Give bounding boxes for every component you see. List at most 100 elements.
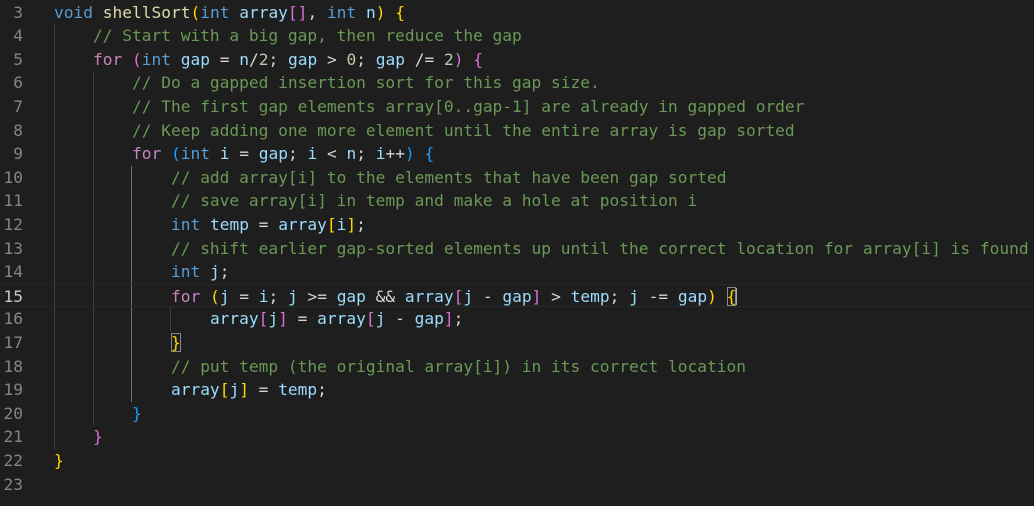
code-line[interactable]: 12 int temp = array[i]; — [0, 213, 1034, 237]
code-token: for — [131, 144, 162, 164]
code-line[interactable]: 5 for (int gap = n/2; gap > 0; gap /= 2)… — [0, 48, 1034, 72]
code-line[interactable]: 22} — [0, 449, 1034, 473]
code-line[interactable]: 16 array[j] = array[j - gap]; — [0, 307, 1034, 331]
line-code[interactable]: int temp = array[i]; — [54, 213, 366, 237]
line-code[interactable]: array[j] = array[j - gap]; — [54, 307, 463, 331]
line-code[interactable]: void shellSort(int array[], int n) { — [54, 1, 405, 25]
code-line[interactable]: 14 int j; — [0, 260, 1034, 284]
code-token: j — [209, 262, 220, 282]
code-token: > — [541, 286, 571, 306]
code-token: ) — [404, 144, 415, 164]
line-code[interactable]: // Start with a big gap, then reduce the… — [54, 24, 522, 48]
code-token: // Keep adding one more element until th… — [131, 120, 795, 140]
code-line[interactable]: 9 for (int i = gap; i < n; i++) { — [0, 142, 1034, 166]
line-code[interactable]: // add array[i] to the elements that hav… — [54, 166, 727, 190]
code-token: for — [170, 286, 201, 306]
line-code[interactable]: // put temp (the original array[i]) in i… — [54, 355, 746, 379]
code-token: i — [219, 144, 230, 164]
line-code[interactable]: } — [54, 331, 181, 355]
code-token: { — [395, 2, 405, 22]
code-token: i — [336, 214, 347, 234]
code-token: int — [326, 2, 357, 22]
line-number: 15 — [3, 286, 24, 306]
code-token: n — [239, 49, 249, 69]
code-token: < — [317, 144, 347, 164]
code-line[interactable]: 15 for (j = i; j >= gap && array[j - gap… — [0, 283, 1034, 309]
code-line[interactable]: 4 // Start with a big gap, then reduce t… — [0, 24, 1034, 48]
line-code[interactable]: // Keep adding one more element until th… — [54, 119, 795, 143]
code-token: ( — [131, 49, 142, 69]
code-token: j — [463, 286, 474, 306]
code-token: gap — [336, 286, 366, 306]
line-code[interactable]: for (j = i; j >= gap && array[j - gap] >… — [54, 285, 738, 309]
line-number: 3 — [13, 2, 23, 22]
code-line[interactable]: 7 // The first gap elements array[0..gap… — [0, 95, 1034, 119]
code-token: ++ — [385, 144, 405, 164]
line-number: 21 — [3, 427, 24, 447]
code-line[interactable]: 20 } — [0, 402, 1034, 426]
line-code[interactable]: // save array[i] in temp and make a hole… — [54, 189, 697, 213]
code-token: j — [219, 286, 230, 306]
code-token: [ — [365, 309, 376, 329]
code-token: array — [317, 309, 366, 329]
line-code[interactable]: // Do a gapped insertion sort for this g… — [54, 71, 600, 95]
code-line[interactable]: 11 // save array[i] in temp and make a h… — [0, 189, 1034, 213]
code-line[interactable]: 19 array[j] = temp; — [0, 378, 1034, 402]
code-line[interactable]: 17 } — [0, 331, 1034, 355]
code-token: ; — [317, 380, 327, 400]
line-code[interactable]: int j; — [54, 260, 230, 284]
line-number: 8 — [13, 120, 23, 140]
code-token: ; — [609, 286, 630, 306]
code-line[interactable]: 13 // shift earlier gap-sorted elements … — [0, 237, 1034, 261]
code-token: } — [92, 427, 103, 447]
code-line[interactable]: 10 // add array[i] to the elements that … — [0, 166, 1034, 190]
code-token: gap — [414, 309, 444, 329]
line-number: 7 — [13, 96, 23, 116]
code-line[interactable]: 8 // Keep adding one more element until … — [0, 119, 1034, 143]
code-token: ) — [453, 49, 464, 69]
code-token: ; — [453, 309, 464, 329]
line-code[interactable]: array[j] = temp; — [54, 378, 327, 402]
line-code[interactable]: } — [54, 449, 64, 473]
line-code[interactable]: } — [54, 402, 142, 426]
code-line[interactable]: 23 — [0, 473, 1034, 497]
code-token: shellSort — [102, 2, 191, 22]
line-code[interactable]: for (int i = gap; i < n; i++) { — [54, 142, 434, 166]
line-code[interactable]: // The first gap elements array[0..gap-1… — [54, 95, 804, 119]
code-line[interactable]: 21 } — [0, 425, 1034, 449]
line-code[interactable]: } — [54, 425, 103, 449]
line-number: 13 — [3, 238, 24, 258]
code-token: = — [229, 286, 259, 306]
code-line[interactable]: 3 void shellSort(int array[], int n) { — [0, 1, 1034, 25]
code-editor[interactable]: 3 void shellSort(int array[], int n) {4 /… — [0, 0, 1034, 506]
code-token: [ — [326, 214, 337, 234]
code-token: { — [424, 144, 435, 164]
code-line[interactable]: 6 // Do a gapped insertion sort for this… — [0, 71, 1034, 95]
code-token: ) — [707, 286, 717, 306]
line-code[interactable]: // shift earlier gap-sorted elements up … — [54, 237, 1029, 261]
line-number: 10 — [3, 167, 24, 187]
line-code[interactable]: for (int gap = n/2; gap > 0; gap /= 2) { — [54, 48, 483, 72]
code-token: / — [248, 49, 259, 69]
line-number: 6 — [13, 73, 23, 93]
code-token: ( — [190, 2, 201, 22]
code-token: gap — [677, 286, 708, 306]
code-token: gap — [287, 49, 318, 69]
code-token: j — [629, 286, 639, 306]
code-token: = — [248, 380, 279, 400]
code-line[interactable]: 18 // put temp (the original array[i]) i… — [0, 355, 1034, 379]
code-token: temp — [278, 380, 318, 400]
code-token: n — [365, 2, 376, 22]
